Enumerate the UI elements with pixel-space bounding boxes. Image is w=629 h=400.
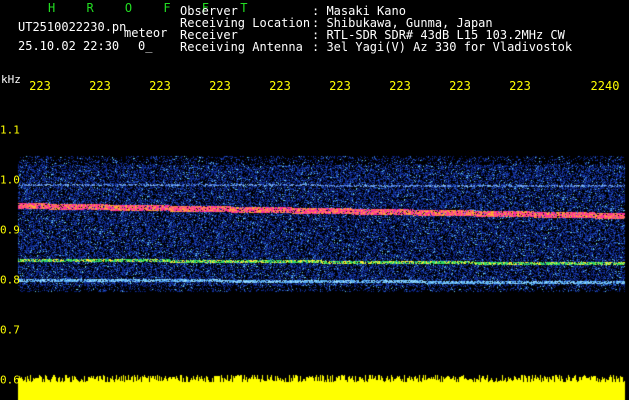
x-tick-label: 223	[509, 79, 531, 93]
x-tick-label: 223	[29, 79, 51, 93]
y-tick-label: 1.1	[0, 123, 20, 137]
y-tick-label: 0.6	[0, 373, 20, 387]
x-tick-label: 223	[149, 79, 171, 93]
x-tick-label: 223	[89, 79, 111, 93]
axis-unit-label: kHz	[1, 73, 21, 86]
file-name: UT2510022230.pn	[18, 20, 127, 34]
spectrogram-window: H R O F F T UT2510022230.pn meteor 25.10…	[0, 0, 629, 400]
meteor-count: 0_	[138, 39, 153, 53]
x-tick-label: 223	[209, 79, 231, 93]
x-tick-label: 223	[389, 79, 411, 93]
x-tick-label: 223	[329, 79, 351, 93]
x-tick-label: 223	[449, 79, 471, 93]
info-value: : 3el Yagi(V) Az 330 for Vladivostok	[312, 40, 573, 54]
y-tick-label: 1.0	[0, 173, 20, 187]
header-panel: H R O F F T UT2510022230.pn meteor 25.10…	[0, 0, 629, 70]
timestamp: 25.10.02 22:30	[18, 39, 120, 53]
y-tick-label: 0.9	[0, 223, 20, 237]
info-label: Receiving Antenna	[180, 40, 303, 54]
x-tick-label: 2240	[590, 79, 620, 93]
mode-label: meteor	[124, 26, 168, 40]
x-tick-label: 223	[269, 79, 291, 93]
y-tick-label: 0.8	[0, 273, 20, 287]
y-tick-label: 0.7	[0, 323, 20, 337]
info-antenna: Receiving Antenna : 3el Yagi(V) Az 330 fo…	[180, 40, 572, 54]
